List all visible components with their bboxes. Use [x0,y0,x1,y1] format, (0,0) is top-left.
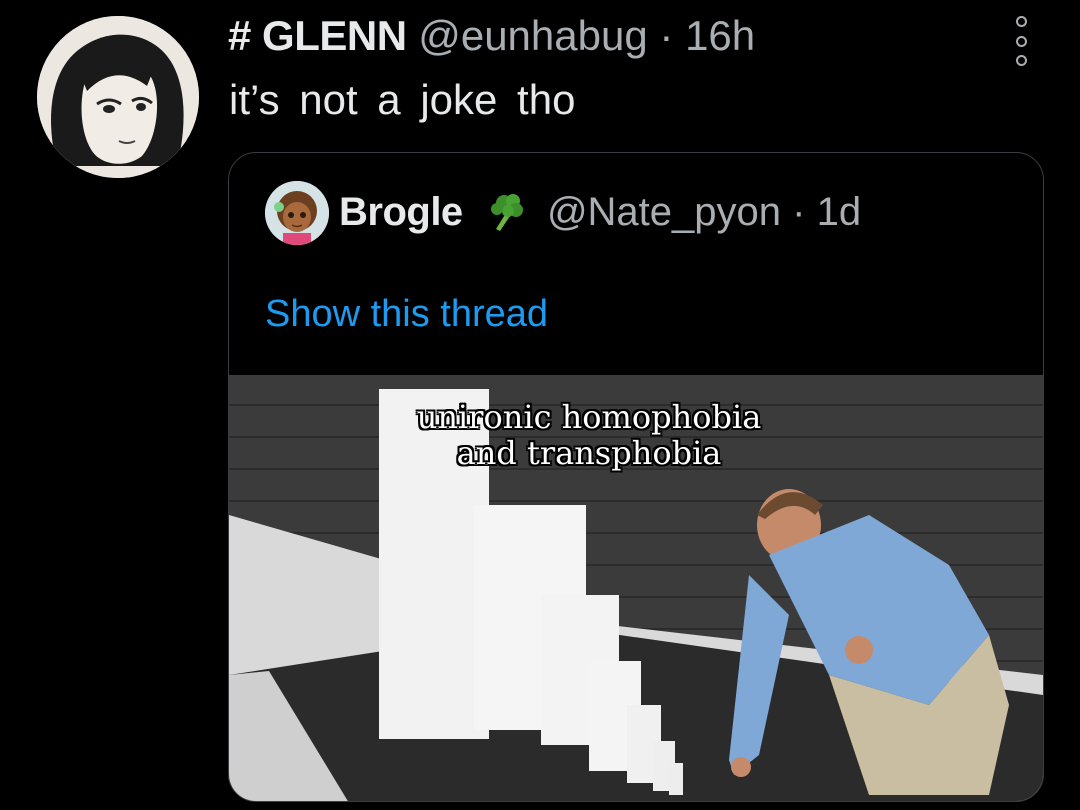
tweet-timestamp[interactable]: 16h [685,12,755,59]
quoted-tweet-image[interactable]: unironic homophobia and transphobia [229,375,1043,801]
separator-dot: · [792,190,806,234]
broccoli-icon [490,194,523,231]
author-avatar[interactable] [37,16,199,178]
meme-caption: unironic homophobia and transphobia [379,399,799,471]
show-thread-link[interactable]: Show this thread [265,291,548,337]
author-display-name[interactable]: # GLENN [228,12,407,59]
quoted-tweet-header: Brogle @Nate_pyon · 1d [339,189,861,235]
tweet-text: it’s not a joke tho [229,76,576,123]
separator-dot: · [659,12,674,59]
quoted-author-avatar[interactable] [265,181,329,245]
meme-caption-line-1: unironic homophobia [416,398,762,436]
quoted-author-display-name[interactable]: Brogle [339,190,463,234]
quoted-tweet-card[interactable]: Brogle @Nate_pyon · 1d Show this thread [228,152,1044,802]
author-handle[interactable]: @eunhabug [418,12,648,59]
quoted-author-handle[interactable]: @Nate_pyon [547,190,781,234]
tweet-header: # GLENN @eunhabug · 16h [228,12,755,60]
more-vertical-icon[interactable] [1006,12,1036,70]
quoted-tweet-timestamp[interactable]: 1d [817,190,862,234]
meme-caption-line-2: and transphobia [456,434,722,472]
